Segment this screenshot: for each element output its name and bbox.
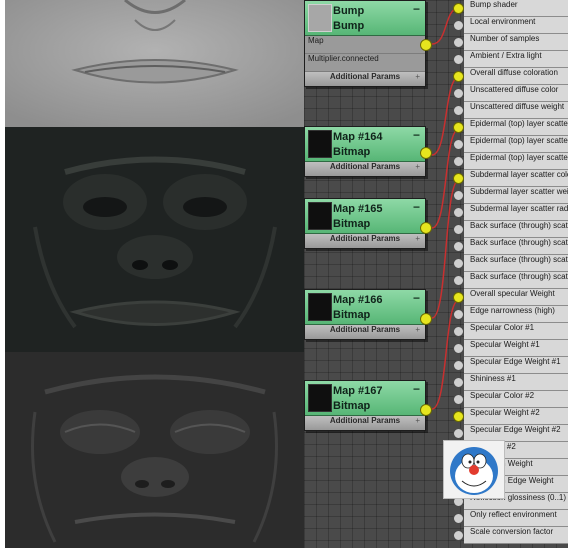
param-row[interactable]: Edge narrowness (high) [453,306,568,323]
param-row[interactable]: Back surface (through) scatter depth [453,272,568,289]
input-socket[interactable] [453,428,464,439]
param-label: Epidermal (top) layer scatter color [464,119,568,136]
param-label: Back surface (through) scatter radius [464,255,568,272]
param-row[interactable]: Specular Edge Weight #1 [453,357,568,374]
param-label: Overall specular Weight [464,289,568,306]
input-socket[interactable] [453,224,464,235]
param-row[interactable]: Specular Weight #2 [453,408,568,425]
param-label: Specular Color #1 [464,323,568,340]
input-socket[interactable] [453,20,464,31]
param-row[interactable]: Back surface (through) scatter weight [453,238,568,255]
param-row[interactable]: Specular Color #1 [453,323,568,340]
input-socket[interactable] [453,394,464,405]
input-socket[interactable] [453,360,464,371]
cartoon-sticker [443,440,505,499]
param-row[interactable]: Bump shader [453,0,568,17]
param-label: Only reflect environment [464,510,568,527]
param-label: Shininess #1 [464,374,568,391]
param-label: Subdermal layer scatter weight [464,187,568,204]
param-label: Number of samples [464,34,568,51]
param-label: Bump shader [464,0,568,17]
param-label: Subdermal layer scatter radius [464,204,568,221]
param-label: Edge narrowness (high) [464,306,568,323]
param-label: Scale conversion factor [464,527,568,544]
param-label: Specular Edge Weight #1 [464,357,568,374]
param-label: Back surface (through) scatter weight [464,238,568,255]
input-socket[interactable] [453,530,464,541]
input-socket[interactable] [453,156,464,167]
input-socket[interactable] [453,173,464,184]
param-label: Back surface (through) scatter color [464,221,568,238]
param-row[interactable]: Only reflect environment [453,510,568,527]
param-row[interactable]: Number of samples [453,34,568,51]
param-row[interactable]: Specular Weight #1 [453,340,568,357]
input-socket[interactable] [453,190,464,201]
param-row[interactable]: Shininess #1 [453,374,568,391]
param-row[interactable]: Unscattered diffuse color [453,85,568,102]
param-row[interactable]: Subdermal layer scatter radius [453,204,568,221]
param-row[interactable]: Unscattered diffuse weight [453,102,568,119]
input-socket[interactable] [453,54,464,65]
param-row[interactable]: Epidermal (top) layer scatter radius [453,153,568,170]
param-row[interactable]: Overall diffuse coloration [453,68,568,85]
input-socket[interactable] [453,139,464,150]
param-label: Subdermal layer scatter color [464,170,568,187]
param-label: Ambient / Extra light [464,51,568,68]
input-socket[interactable] [453,88,464,99]
param-label: Epidermal (top) layer scatter weight [464,136,568,153]
input-socket[interactable] [453,513,464,524]
input-socket[interactable] [453,309,464,320]
param-row[interactable]: Subdermal layer scatter color [453,170,568,187]
param-row[interactable]: Ambient / Extra light [453,51,568,68]
input-socket[interactable] [453,275,464,286]
input-socket[interactable] [453,71,464,82]
param-label: Specular Weight #1 [464,340,568,357]
input-socket[interactable] [453,326,464,337]
param-row[interactable]: Specular Color #2 [453,391,568,408]
input-socket[interactable] [453,258,464,269]
input-socket[interactable] [453,207,464,218]
param-row[interactable]: Scale conversion factor [453,527,568,544]
input-socket[interactable] [453,411,464,422]
param-row[interactable]: Back surface (through) scatter color [453,221,568,238]
param-label: Overall diffuse coloration [464,68,568,85]
input-socket[interactable] [453,241,464,252]
param-label: Epidermal (top) layer scatter radius [464,153,568,170]
input-socket[interactable] [453,105,464,116]
input-socket[interactable] [453,343,464,354]
input-socket[interactable] [453,3,464,14]
param-row[interactable]: Epidermal (top) layer scatter weight [453,136,568,153]
param-label: Local environment [464,17,568,34]
param-label: Unscattered diffuse weight [464,102,568,119]
input-socket[interactable] [453,292,464,303]
param-label: Specular Color #2 [464,391,568,408]
param-label: Specular Weight #2 [464,408,568,425]
input-socket[interactable] [453,37,464,48]
param-row[interactable]: Subdermal layer scatter weight [453,187,568,204]
input-socket[interactable] [453,122,464,133]
param-row[interactable]: Local environment [453,17,568,34]
input-socket[interactable] [453,377,464,388]
param-label: Back surface (through) scatter depth [464,272,568,289]
param-row[interactable]: Epidermal (top) layer scatter color [453,119,568,136]
cat-robot-icon [450,447,498,495]
param-label: Unscattered diffuse color [464,85,568,102]
param-row[interactable]: Back surface (through) scatter radius [453,255,568,272]
param-row[interactable]: Overall specular Weight [453,289,568,306]
